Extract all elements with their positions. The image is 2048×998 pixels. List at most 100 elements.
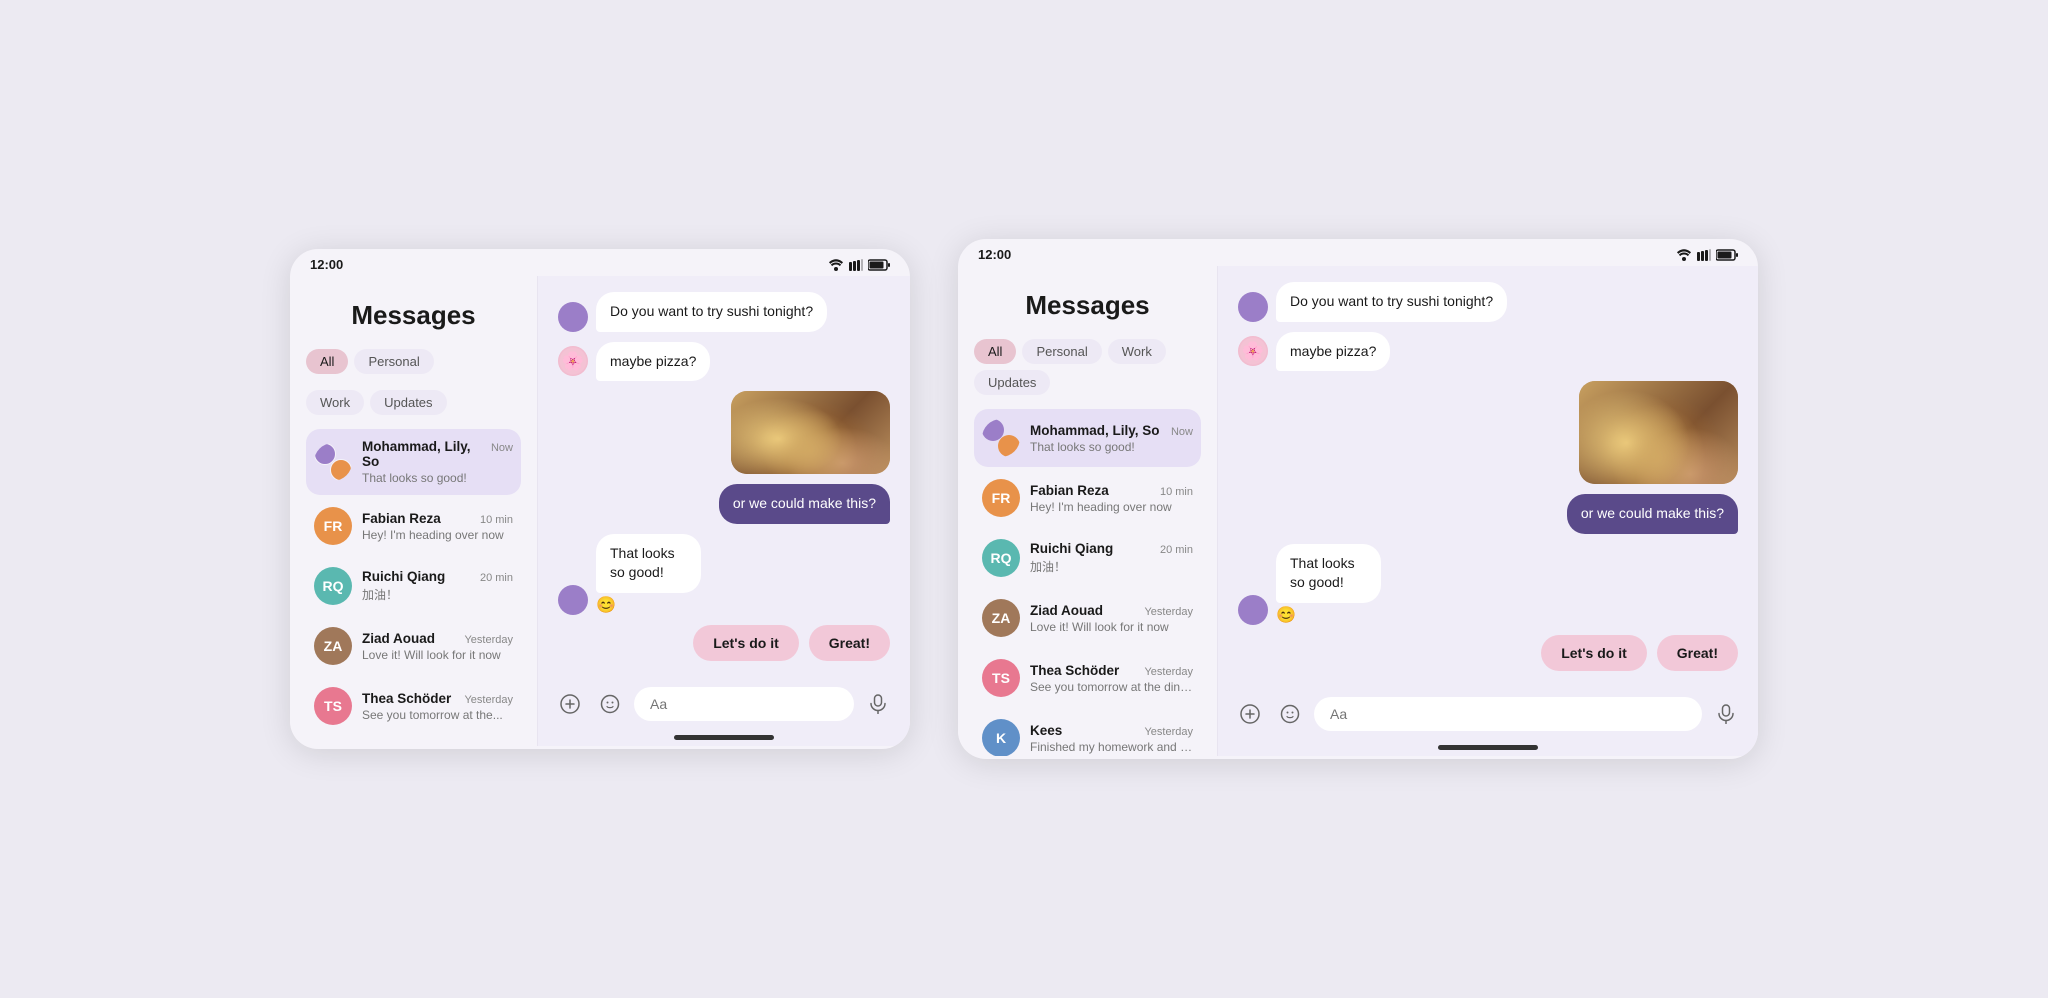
conv-item-3-small[interactable]: ZA Ziad Aouad Yesterday Love it! Will lo… [306,617,521,675]
conv-item-3-large[interactable]: ZA Ziad Aouad Yesterday Love it! Will lo… [974,589,1201,647]
lets-do-it-btn-small[interactable]: Let's do it [693,625,799,661]
msg-row-left-small: That looks so good! 😊 [558,534,890,615]
avatar-1-small: FR [314,507,352,545]
avatar-group-0-large [982,419,1020,457]
emoji-icon-btn-large[interactable] [1274,698,1306,730]
filter-work-large[interactable]: Work [1108,339,1166,364]
filter-all-small[interactable]: All [306,349,348,374]
conv-item-0-small[interactable]: Mohammad, Lily, So Now That looks so goo… [306,429,521,495]
filter-all-large[interactable]: All [974,339,1016,364]
home-indicator-large [1438,745,1538,750]
avatar-2-large: RQ [982,539,1020,577]
great-btn-small[interactable]: Great! [809,625,890,661]
msg-avatar-left-large [1238,595,1268,625]
msg-reaction-large: 😊 [1276,605,1426,625]
conv-preview-2-large: 加油！ [1030,558,1193,575]
msg-reaction-small: 😊 [596,595,746,615]
avatar-4-large: TS [982,659,1020,697]
conv-time-4-large: Yesterday [1144,666,1193,678]
conv-preview-4-large: See you tomorrow at the dinner party! [1030,680,1193,694]
conv-time-5-large: Yesterday [1144,726,1193,738]
time-small: 12:00 [310,257,343,272]
conv-name-4-small: Thea Schöder [362,691,451,706]
conv-time-1-small: 10 min [480,514,513,526]
mic-icon-btn-small[interactable] [862,688,894,720]
emoji-icon-btn-small[interactable] [594,688,626,720]
action-row-small: Let's do it Great! [693,625,890,661]
conv-time-2-small: 20 min [480,572,513,584]
msg-bubble-0-small: Do you want to try sushi tonight? [596,292,827,332]
conv-item-2-large[interactable]: RQ Ruichi Qiang 20 min 加油！ [974,529,1201,587]
conv-item-1-small[interactable]: FR Fabian Reza 10 min Hey! I'm heading o… [306,497,521,555]
conv-time-1-large: 10 min [1160,486,1193,498]
filter-updates-large[interactable]: Updates [974,370,1050,395]
conv-item-1-large[interactable]: FR Fabian Reza 10 min Hey! I'm heading o… [974,469,1201,527]
chat-input-small[interactable] [634,687,854,721]
msg-avatar-1-small: 🌸 [558,346,588,376]
conv-name-2-small: Ruichi Qiang [362,569,445,584]
msg-avatar-1-large: 🌸 [1238,336,1268,366]
conv-time-0-small: Now [491,442,513,454]
filter-updates-small[interactable]: Updates [370,390,446,415]
conv-item-5-large[interactable]: K Kees Yesterday Finished my homework an… [974,709,1201,756]
sidebar-small: Messages All Personal Work Updates Mo [290,276,538,746]
filter-personal-small[interactable]: Personal [354,349,433,374]
conv-preview-1-large: Hey! I'm heading over now [1030,500,1193,514]
conv-item-0-large[interactable]: Mohammad, Lily, So Now That looks so goo… [974,409,1201,467]
conv-item-4-small[interactable]: TS Thea Schöder Yesterday See you tomorr… [306,677,521,735]
conv-content-3-small: Ziad Aouad Yesterday Love it! Will look … [362,631,513,662]
status-icons-small [828,259,890,271]
mic-icon-btn-large[interactable] [1710,698,1742,730]
conv-item-2-small[interactable]: RQ Ruichi Qiang 20 min 加油！ [306,557,521,615]
avatar-1-large: FR [982,479,1020,517]
filter-row2-small: Work Updates [306,388,521,417]
msg-with-av-small: That looks so good! 😊 [558,534,890,615]
conv-name-0-small: Mohammad, Lily, So [362,439,491,469]
conv-name-0-large: Mohammad, Lily, So [1030,423,1160,438]
messages-title-large: Messages [974,282,1201,325]
chat-messages-large: Do you want to try sushi tonight? 🌸 mayb… [1218,266,1758,687]
filter-personal-large[interactable]: Personal [1022,339,1101,364]
conv-name-4-large: Thea Schöder [1030,663,1119,678]
filter-work-small[interactable]: Work [306,390,364,415]
msg-bubble-left-small: That looks so good! [596,534,701,593]
conv-name-2-large: Ruichi Qiang [1030,541,1113,556]
great-btn-large[interactable]: Great! [1657,635,1738,671]
conv-content-4-large: Thea Schöder Yesterday See you tomorrow … [1030,663,1193,694]
chat-input-large[interactable] [1314,697,1702,731]
conv-preview-2-small: 加油！ [362,586,513,603]
conv-item-4-large[interactable]: TS Thea Schöder Yesterday See you tomorr… [974,649,1201,707]
sidebar-large: Messages All Personal Work Updates Moham… [958,266,1218,756]
avatar-group-0-small [314,443,352,481]
conv-preview-1-small: Hey! I'm heading over now [362,528,513,542]
chat-input-bar-small [538,677,910,735]
conv-item-5-small[interactable]: K Kees Yesterday Finished my homework... [306,737,521,746]
lets-do-it-btn-large[interactable]: Let's do it [1541,635,1647,671]
chat-input-bar-large [1218,687,1758,745]
conv-content-0-large: Mohammad, Lily, So Now That looks so goo… [1030,423,1193,454]
conversation-list-small: Mohammad, Lily, So Now That looks so goo… [306,429,521,746]
conv-content-2-large: Ruichi Qiang 20 min 加油！ [1030,541,1193,575]
plus-icon-btn-small[interactable] [554,688,586,720]
media-card-large: Homemade Dumplings everydumplingever.com [1579,381,1738,484]
conv-time-3-large: Yesterday [1144,606,1193,618]
conv-content-1-small: Fabian Reza 10 min Hey! I'm heading over… [362,511,513,542]
time-large: 12:00 [978,247,1011,262]
msg-bubble-right-large: or we could make this? [1567,494,1738,534]
conv-content-0-small: Mohammad, Lily, So Now That looks so goo… [362,439,513,485]
conv-name-3-small: Ziad Aouad [362,631,435,646]
plus-icon-btn-large[interactable] [1234,698,1266,730]
status-bar-small: 12:00 [290,249,910,276]
msg-bubble-left-large: That looks so good! [1276,544,1381,603]
conv-name-3-large: Ziad Aouad [1030,603,1103,618]
msg-bubble-1-small: maybe pizza? [596,342,710,382]
filter-row-large: All Personal Work Updates [974,337,1201,397]
conv-name-1-large: Fabian Reza [1030,483,1109,498]
conv-preview-3-large: Love it! Will look for it now [1030,620,1193,634]
msg-bubble-right-small: or we could make this? [719,484,890,524]
msg-bubble-1-large: maybe pizza? [1276,332,1390,372]
avatar-5-large: K [982,719,1020,756]
chat-pane-small: Do you want to try sushi tonight? 🌸 mayb… [538,276,910,746]
msg-row-1-large: 🌸 maybe pizza? [1238,332,1738,372]
msg-avatar-0-small [558,302,588,332]
